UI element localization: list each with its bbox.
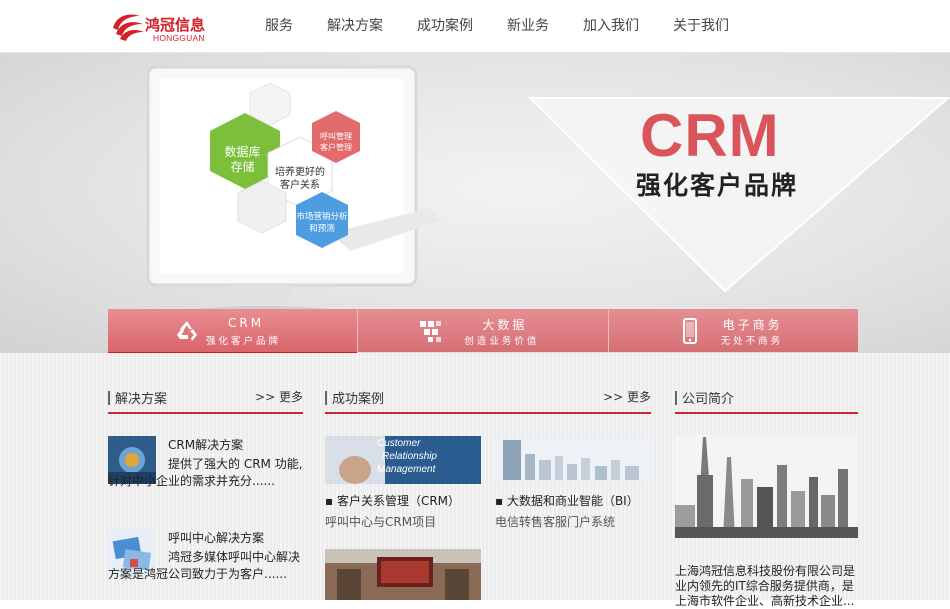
mobile-phone-icon: [682, 318, 697, 344]
tab-big-data-title: 大数据: [482, 318, 528, 332]
crm-solution-title[interactable]: CRM解决方案: [168, 436, 243, 453]
logo-subtext: HONGGUAN: [153, 33, 205, 43]
tab-ecommerce-subtitle: 无处不商务: [720, 336, 784, 347]
crm-case-subtitle[interactable]: 呼叫中心与CRM项目: [325, 513, 436, 530]
cases-header: 成功案例 >> 更多: [325, 388, 651, 414]
recycle-icon: [177, 321, 197, 341]
list-item[interactable]: CRM解决方案 提供了强大的 CRM 功能,针对中小企业的需求并充分......: [108, 436, 304, 506]
nav-item-about-us[interactable]: 关于我们: [656, 0, 746, 52]
solutions-title: 解决方案: [115, 392, 168, 407]
double-chevron-right-icon: >>: [603, 390, 627, 404]
list-item[interactable]: 呼叫中心解决方案 鸿冠多媒体呼叫中心解决方案是鸿冠公司致力于为客户......: [108, 529, 304, 599]
tab-crm[interactable]: CRM 强化客户品牌: [108, 309, 359, 354]
bi-case-subtitle[interactable]: 电信转售客服门户系统: [495, 513, 615, 530]
crm-solution-desc: 提供了强大的 CRM 功能,针对中小企业的需求并充分......: [108, 457, 303, 488]
solutions-header: 解决方案 >> 更多: [108, 388, 303, 414]
cases-more-link[interactable]: >> 更多: [603, 388, 651, 405]
tab-crm-title: CRM: [228, 316, 265, 330]
tab-ecommerce[interactable]: 电子商务 无处不商务: [608, 309, 858, 352]
about-title: 公司简介: [682, 392, 735, 407]
solutions-more-link[interactable]: >> 更多: [255, 388, 303, 405]
nav-item-cases[interactable]: 成功案例: [400, 0, 490, 52]
cases-title: 成功案例: [332, 392, 385, 407]
nav-item-new-business[interactable]: 新业务: [490, 0, 566, 52]
call-center-desc: 鸿冠多媒体呼叫中心解决方案是鸿冠公司致力于为客户......: [108, 550, 301, 581]
logo-text: 鸿冠信息: [145, 16, 206, 34]
case-image-3[interactable]: [325, 549, 481, 600]
crm-case-image-text: Customer Relationship Management: [377, 438, 438, 475]
tab-ecommerce-title: 电子商务: [722, 318, 783, 332]
site-header: 鸿冠信息 HONGGUAN 服务 解决方案 成功案例 新业务 加入我们 关于我们: [0, 0, 950, 53]
logo[interactable]: 鸿冠信息 HONGGUAN: [110, 8, 225, 46]
main-nav: 服务 解决方案 成功案例 新业务 加入我们 关于我们: [248, 0, 746, 52]
about-text: 上海鸿冠信息科技股份有限公司是业内领先的IT综合服务提供商，是上海市软件企业、高…: [675, 564, 856, 608]
content-area: 解决方案 >> 更多 CRM解决方案 提供了强大的 CRM 功能,针对中小企业的…: [0, 353, 950, 608]
hex-label-call: 呼叫管理 客户管理: [320, 132, 352, 152]
logo-swirl-icon: [113, 14, 144, 41]
data-blocks-icon: [420, 321, 442, 342]
city-skyline-image[interactable]: [675, 435, 858, 538]
hex-label-marketing: 市场营销分析 和预测: [296, 212, 348, 234]
office-building-graphic: [325, 549, 481, 600]
crm-case-image[interactable]: Customer Relationship Management: [325, 436, 481, 484]
bi-case-title[interactable]: ▪ 大数据和商业智能（BI）: [495, 492, 639, 509]
crm-case-title[interactable]: ▪ 客户关系管理（CRM）: [325, 492, 460, 509]
tab-crm-subtitle: 强化客户品牌: [206, 336, 282, 347]
banner-subtitle: 强化客户品牌: [636, 171, 799, 200]
banner-tabs: CRM 强化客户品牌 大数据 创造业务价值 电子商务 无处不商务: [108, 309, 858, 354]
tab-big-data-subtitle: 创造业务价值: [464, 336, 540, 347]
banner-title: CRM: [640, 102, 780, 169]
double-chevron-right-icon: >>: [255, 390, 279, 404]
hex-label-relationship: 培养更好的 客户关系: [275, 167, 325, 191]
nav-item-solutions[interactable]: 解决方案: [310, 0, 400, 52]
bi-case-graphic: [495, 436, 651, 484]
hero-banner[interactable]: 数据库 存储 培养更好的 客户关系 呼叫管理 客户管理 市场营销分析 和预测 CRM 强…: [0, 53, 950, 353]
skyline-graphic: [675, 435, 858, 538]
hex-label-database: 数据库 存储: [224, 145, 261, 174]
tab-big-data[interactable]: 大数据 创造业务价值: [358, 309, 609, 352]
nav-item-services[interactable]: 服务: [248, 0, 310, 52]
call-center-title[interactable]: 呼叫中心解决方案: [168, 529, 264, 546]
about-header: 公司简介: [675, 388, 858, 414]
bi-case-image[interactable]: [495, 436, 651, 484]
nav-item-join-us[interactable]: 加入我们: [566, 0, 656, 52]
banner-illustration: [146, 65, 950, 316]
